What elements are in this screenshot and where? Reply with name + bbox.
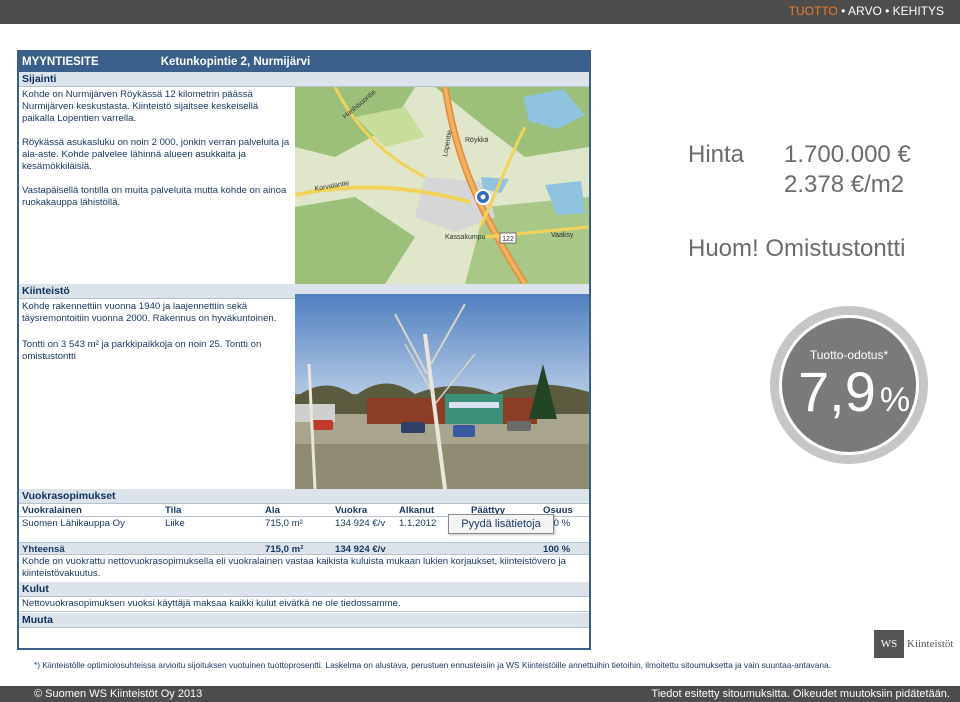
col-vuokralainen: Vuokralainen bbox=[22, 505, 82, 516]
kulut-heading: Kulut bbox=[19, 582, 589, 597]
copyright: © Suomen WS Kiinteistöt Oy 2013 bbox=[34, 688, 203, 700]
page: TUOTTO • ARVO • KEHITYS MYYNTIESITE Ketu… bbox=[0, 0, 960, 702]
yield-value: 7,9 bbox=[798, 360, 876, 423]
tagline-accent: TUOTTO bbox=[788, 4, 838, 18]
sheet-address: Ketunkopintie 2, Nurmijärvi bbox=[160, 56, 311, 68]
tagline-rest: • ARVO • KEHITYS bbox=[837, 4, 944, 18]
yield-badge: Tuotto-odotus* 7,9% bbox=[770, 306, 928, 464]
sijainti-heading: Sijainti bbox=[19, 72, 589, 87]
total-paattyy bbox=[471, 543, 543, 554]
total-osuus: 100 % bbox=[543, 544, 571, 555]
ws-logo-mark: WS bbox=[874, 630, 904, 658]
total-vuokra: 134 924 €/v bbox=[335, 544, 386, 555]
bottom-bar: © Suomen WS Kiinteistöt Oy 2013 Tiedot e… bbox=[0, 686, 960, 702]
request-info-button[interactable]: Pyydä lisätietoja bbox=[448, 514, 554, 534]
total-tila bbox=[165, 543, 265, 554]
price-per-m2: 2.378 €/m2 bbox=[784, 171, 905, 198]
cell-tila: Liike bbox=[165, 518, 185, 529]
footnote: *) Kiinteistölle optimiolosuhteissa arvi… bbox=[34, 659, 934, 671]
map-road-number: 122 bbox=[502, 236, 514, 243]
location-map: 122 Röykkä Kassakumpu Vaaksy Lopentie Ha… bbox=[295, 87, 589, 284]
yield-value-wrap: 7,9% bbox=[798, 360, 910, 432]
ownership-note: Huom! Omistustontti bbox=[688, 235, 906, 262]
col-tila: Tila bbox=[165, 505, 182, 516]
kiinteisto-p2: Tontti on 3 543 m² ja parkkipaikkoja on … bbox=[22, 339, 262, 362]
property-photo bbox=[295, 294, 589, 489]
map-label-kassa: Kassakumpu bbox=[445, 234, 486, 241]
sijainti-p3: Vastapäisellä tontilla on muita palvelui… bbox=[22, 185, 287, 208]
section-sijainti: Sijainti Kohde on Nurmijärven Röykässä 1… bbox=[19, 72, 589, 284]
price-value: 1.700.000 € bbox=[784, 141, 911, 168]
yield-badge-inner: Tuotto-odotus* 7,9% bbox=[779, 315, 919, 455]
rights-note: Tiedot esitetty sitoumuksitta. Oikeudet … bbox=[651, 688, 950, 700]
kiinteisto-p1: Kohde rakennettiin vuonna 1940 ja laajen… bbox=[22, 301, 277, 324]
tagline: TUOTTO • ARVO • KEHITYS bbox=[789, 4, 944, 18]
ws-logo: WS Kiinteistöt bbox=[874, 630, 953, 658]
map-graphic: 122 Röykkä Kassakumpu Vaaksy Lopentie Ha… bbox=[295, 87, 589, 284]
total-label: Yhteensä bbox=[22, 544, 65, 555]
section-vuokrasopimukset: Vuokrasopimukset Vuokralainen Tila Ala V… bbox=[19, 489, 589, 648]
sijainti-p1: Kohde on Nurmijärven Röykässä 12 kilomet… bbox=[22, 89, 259, 124]
top-bar: TUOTTO • ARVO • KEHITYS bbox=[0, 0, 960, 24]
total-ala: 715,0 m² bbox=[265, 544, 304, 555]
sheet-title: MYYNTIESITE bbox=[22, 56, 99, 68]
kulut-text: Nettovuokrasopimuksen vuoksi käyttäjä ma… bbox=[19, 597, 589, 612]
yield-unit: % bbox=[879, 381, 911, 419]
lease-note: Kohde on vuokrattu nettovuokrasopimuksel… bbox=[22, 556, 566, 579]
sijainti-p2: Röykässä asukasluku on noin 2 000, jonki… bbox=[22, 137, 290, 172]
cell-vuokra: 134 924 €/v bbox=[335, 518, 386, 529]
cell-ala: 715,0 m² bbox=[265, 518, 303, 529]
muuta-heading: Muuta bbox=[19, 613, 589, 628]
map-label-royka: Röykkä bbox=[465, 137, 488, 144]
sijainti-text: Kohde on Nurmijärven Röykässä 12 kilomet… bbox=[19, 87, 293, 284]
total-alkanut bbox=[399, 543, 471, 554]
vuokra-heading: Vuokrasopimukset bbox=[19, 489, 589, 504]
footnote-text: *) Kiinteistölle optimiolosuhteissa arvi… bbox=[34, 660, 832, 670]
sales-sheet: MYYNTIESITE Ketunkopintie 2, Nurmijärvi … bbox=[17, 50, 591, 650]
price-block: Hinta 1.700.000 € 2.378 €/m2 bbox=[688, 140, 911, 200]
section-kiinteisto: Kiinteistö Kohde rakennettiin vuonna 194… bbox=[19, 284, 589, 489]
photo-graphic bbox=[295, 294, 589, 489]
price-label: Hinta bbox=[688, 141, 745, 168]
ws-logo-name: Kiinteistöt bbox=[907, 638, 954, 650]
sheet-header: MYYNTIESITE Ketunkopintie 2, Nurmijärvi bbox=[19, 52, 589, 72]
cell-vuokralainen: Suomen Lähikauppa Oy bbox=[22, 518, 125, 529]
col-vuokra: Vuokra bbox=[335, 505, 368, 516]
map-label-vaaksy: Vaaksy bbox=[551, 232, 574, 239]
kiinteisto-text: Kohde rakennettiin vuonna 1940 ja laajen… bbox=[19, 299, 293, 489]
table-total-row: Yhteensä 715,0 m² 134 924 €/v 100 % bbox=[19, 542, 589, 555]
col-ala: Ala bbox=[265, 505, 280, 516]
